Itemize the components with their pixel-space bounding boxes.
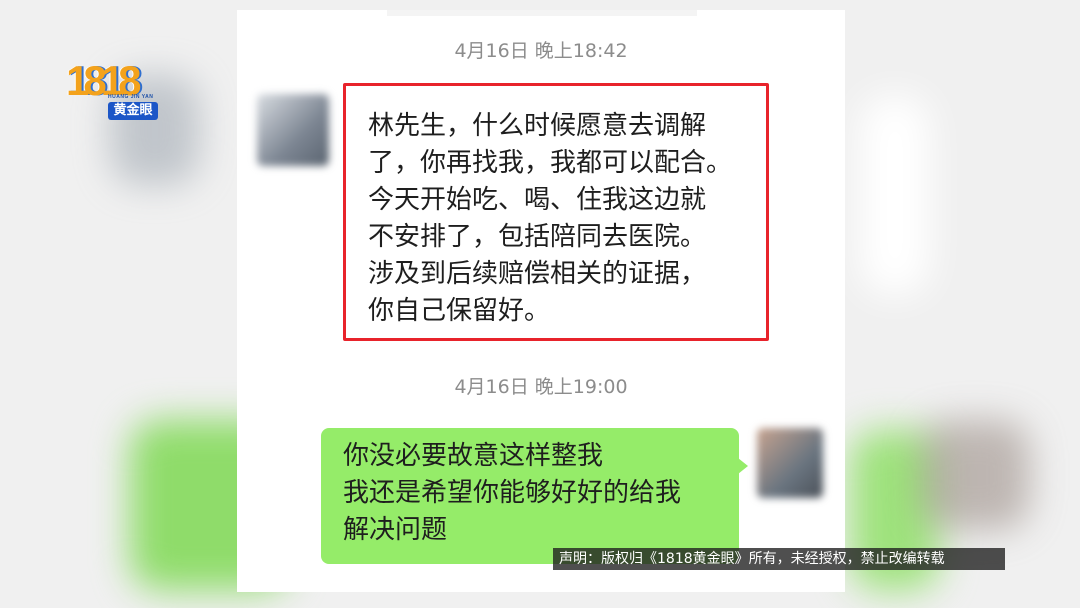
- sender-avatar[interactable]: [257, 94, 329, 166]
- blurred-white-bubble-right: [860, 95, 930, 295]
- top-edge: [387, 10, 697, 16]
- channel-logo: 1818 HUANG JIN YAN 黄金眼: [66, 58, 166, 124]
- outgoing-message-bubble[interactable]: 你没必要故意这样整我 我还是希望你能够好好的给我 解决问题: [321, 428, 748, 564]
- chat-screenshot: 4月16日 晚上18:42 林先生，什么时候愿意去调解 了，你再找我，我都可以配…: [237, 10, 845, 592]
- blurred-avatar-right: [920, 420, 1030, 530]
- logo-subtitle: 黄金眼: [108, 102, 158, 120]
- incoming-message-text: 林先生，什么时候愿意去调解 了，你再找我，我都可以配合。 今天开始吃、喝、住我这…: [368, 111, 733, 326]
- logo-subtitle-en: HUANG JIN YAN: [108, 94, 154, 100]
- outgoing-message-text: 你没必要故意这样整我 我还是希望你能够好好的给我 解决问题: [343, 441, 682, 545]
- incoming-message-bubble[interactable]: 林先生，什么时候愿意去调解 了，你再找我，我都可以配合。 今天开始吃、喝、住我这…: [343, 83, 769, 341]
- message-timestamp: 4月16日 晚上18:42: [454, 40, 628, 62]
- message-timestamp: 4月16日 晚上19:00: [454, 376, 628, 398]
- copyright-disclaimer: 声明：版权归《1818黄金眼》所有，未经授权，禁止改编转载: [553, 548, 1005, 570]
- user-avatar[interactable]: [757, 428, 823, 498]
